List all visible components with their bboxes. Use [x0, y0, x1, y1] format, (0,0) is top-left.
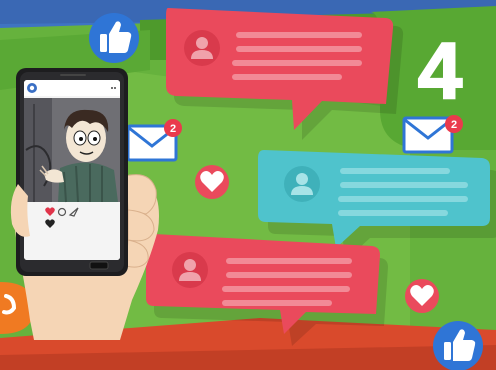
thumbs-up-icon — [433, 321, 483, 370]
notification-badge: 2 — [451, 119, 457, 131]
notification-badge: 2 — [170, 123, 176, 135]
heart-icon — [195, 165, 229, 199]
user-icon — [172, 252, 208, 288]
big-number-four: 4 — [418, 26, 463, 115]
smartphone — [16, 68, 128, 276]
heart-icon — [405, 279, 439, 313]
illustration-scene: 4 2 2 — [0, 0, 496, 370]
mail-icon: 2 — [126, 119, 182, 162]
user-icon — [184, 30, 220, 66]
user-icon — [284, 166, 320, 202]
thumbs-up-icon — [89, 13, 139, 63]
